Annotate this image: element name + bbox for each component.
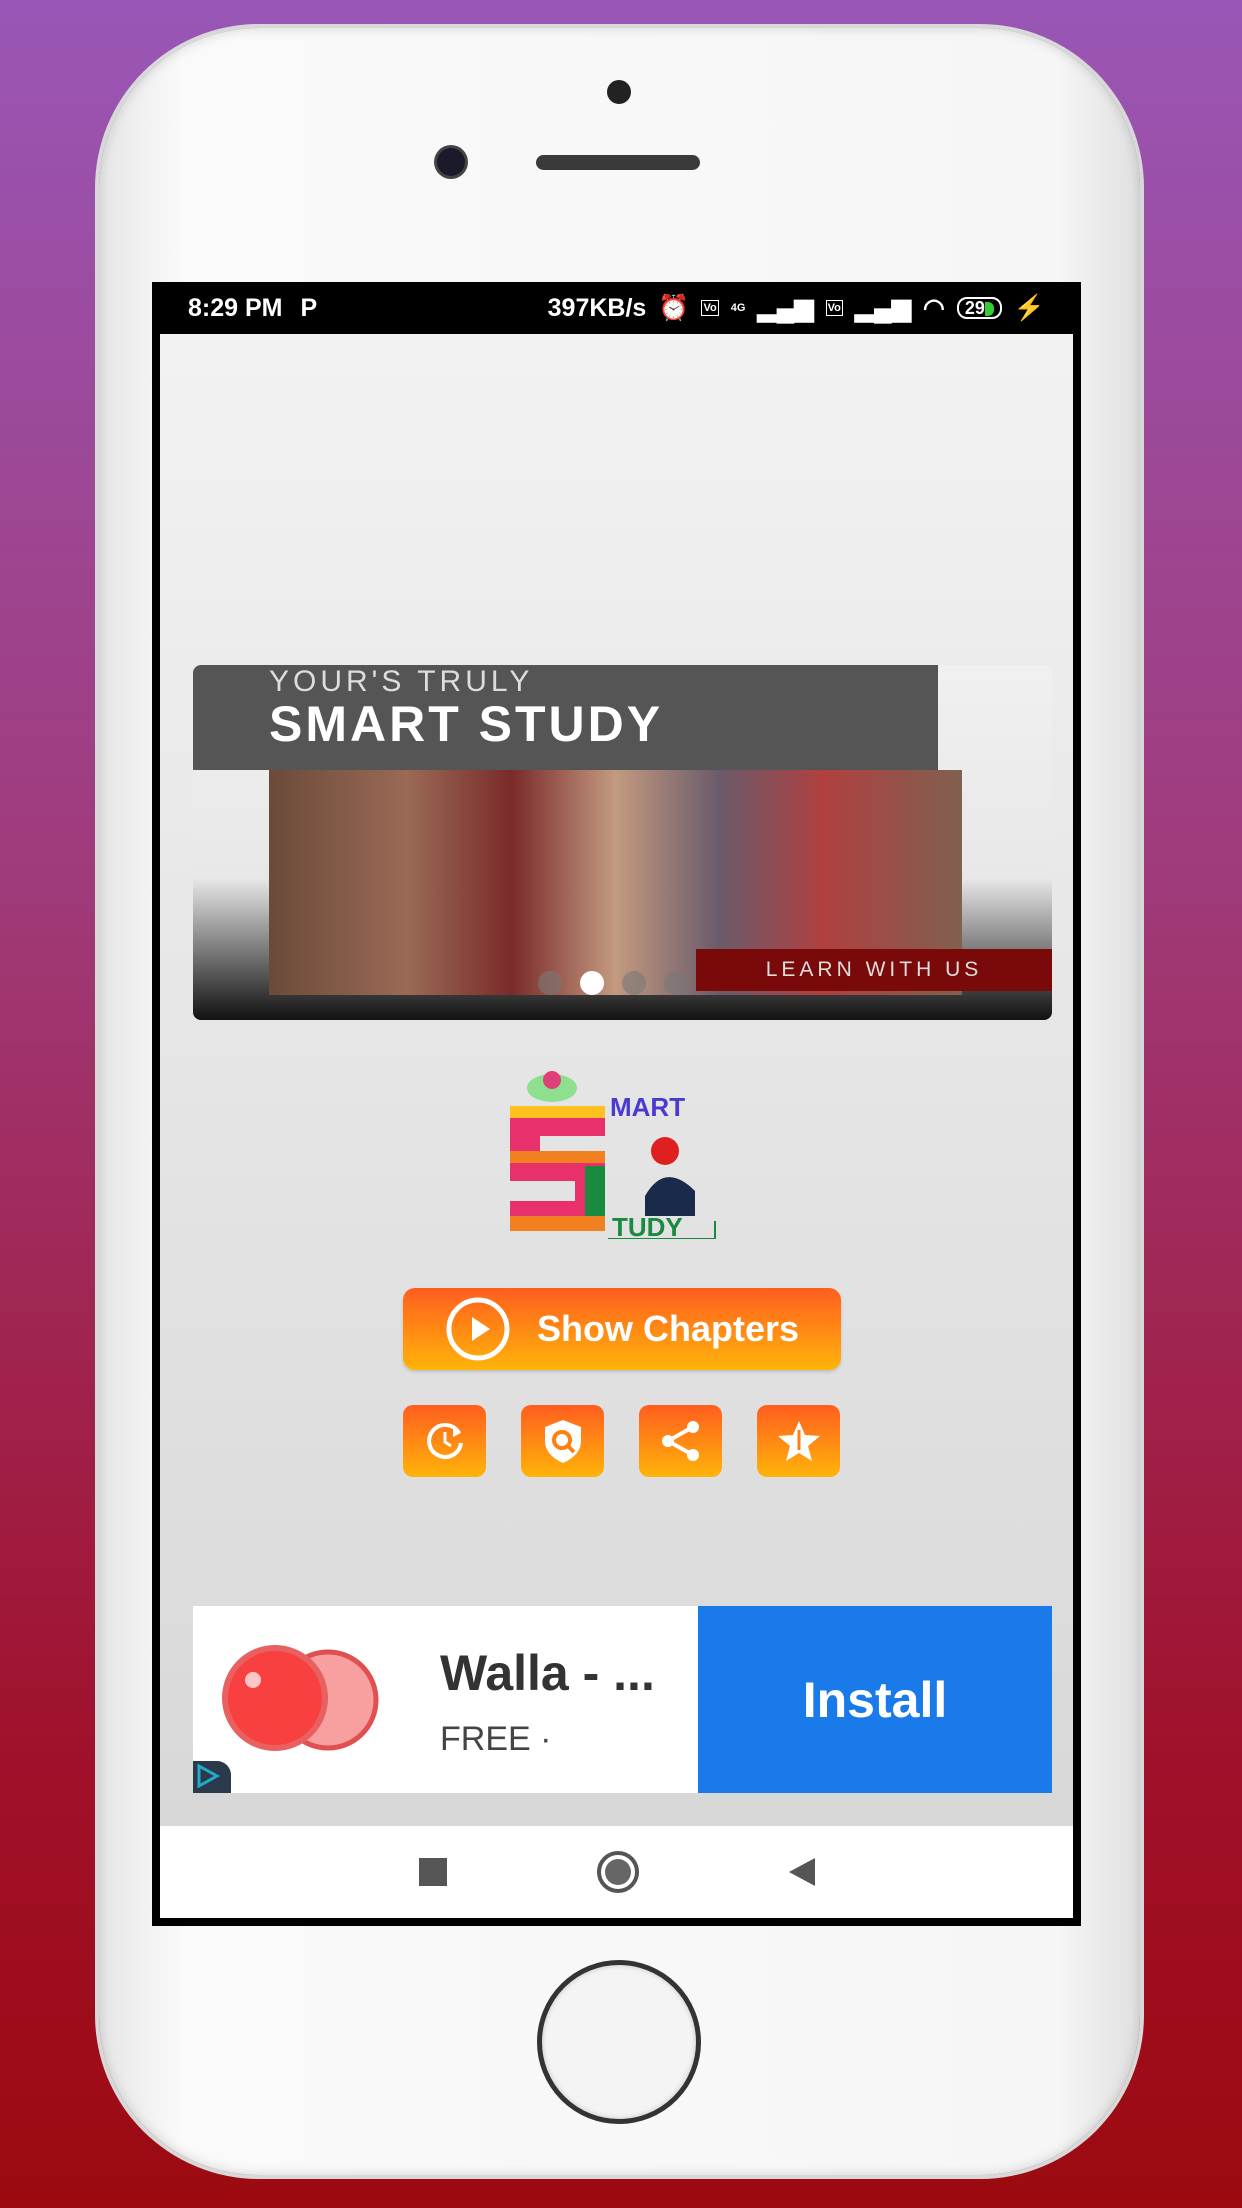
share-button[interactable] (639, 1405, 722, 1477)
volte-icon: Vo (701, 300, 719, 316)
rate-button[interactable] (757, 1405, 840, 1477)
navigation-bar (160, 1826, 1073, 1918)
network-type: 4G (730, 302, 746, 314)
carousel-dot[interactable] (622, 971, 646, 995)
share-icon (661, 1421, 699, 1461)
banner-tagline: LEARN WITH US (696, 949, 1052, 991)
back-button[interactable] (788, 1858, 815, 1886)
ad-banner[interactable]: Walla - ... FREE · Install (193, 1606, 1052, 1793)
signal-icon-2: ▂▄▆ (854, 294, 911, 322)
wifi-icon: ◠ (923, 294, 945, 322)
carousel-dot[interactable] (664, 971, 688, 995)
adchoices-icon[interactable] (193, 1761, 231, 1793)
show-chapters-label: Show Chapters (536, 1308, 800, 1349)
carousel-dot-active[interactable] (580, 971, 604, 995)
walla-app-icon (222, 1645, 379, 1751)
install-button[interactable]: Install (698, 1606, 1052, 1793)
carousel-dot[interactable] (538, 971, 562, 995)
network-speed: 397KB/s (547, 293, 647, 322)
alarm-icon: ⏰ (658, 293, 690, 322)
ad-title: Walla - ... (440, 1645, 655, 1701)
earpiece-speaker (536, 155, 700, 170)
logo-text-top: MART (610, 1092, 685, 1122)
proximity-sensor (607, 80, 631, 104)
show-chapters-button[interactable]: Show Chapters (403, 1288, 841, 1370)
play-circle-icon (446, 1297, 510, 1361)
carousel-indicators (538, 971, 688, 995)
rate-star-icon (777, 1421, 820, 1461)
status-bar: 8:29 PM P 397KB/s ⏰ Vo 4G ▂▄▆ Vo ▂▄▆ ◠ 2… (152, 282, 1081, 334)
history-button[interactable] (403, 1405, 486, 1477)
volte-icon-2: Vo (825, 300, 843, 316)
signal-icon: ▂▄▆ (757, 294, 814, 322)
privacy-button[interactable] (521, 1405, 604, 1477)
smart-study-logo: MART TUDY (510, 1071, 716, 1239)
charging-icon: ⚡ (1013, 293, 1045, 322)
logo-text-bottom: TUDY (612, 1212, 683, 1239)
banner-carousel[interactable]: YOUR'S TRULY SMART STUDY LEARN WITH US (193, 665, 1052, 1020)
recents-button[interactable] (418, 1858, 447, 1886)
home-nav-button[interactable] (596, 1851, 639, 1893)
privacy-search-icon (544, 1420, 581, 1463)
battery-level: 29 (964, 298, 985, 318)
banner-title: SMART STUDY (269, 696, 664, 752)
clock: 8:29 PM (188, 293, 283, 322)
history-icon (426, 1422, 463, 1459)
battery-icon: 29 (956, 297, 1002, 319)
front-camera (437, 148, 465, 176)
notification-icon: P (300, 293, 318, 322)
ad-price: FREE · (440, 1720, 552, 1758)
banner-subtitle: YOUR'S TRULY (269, 665, 534, 698)
home-button[interactable] (537, 1960, 701, 2124)
